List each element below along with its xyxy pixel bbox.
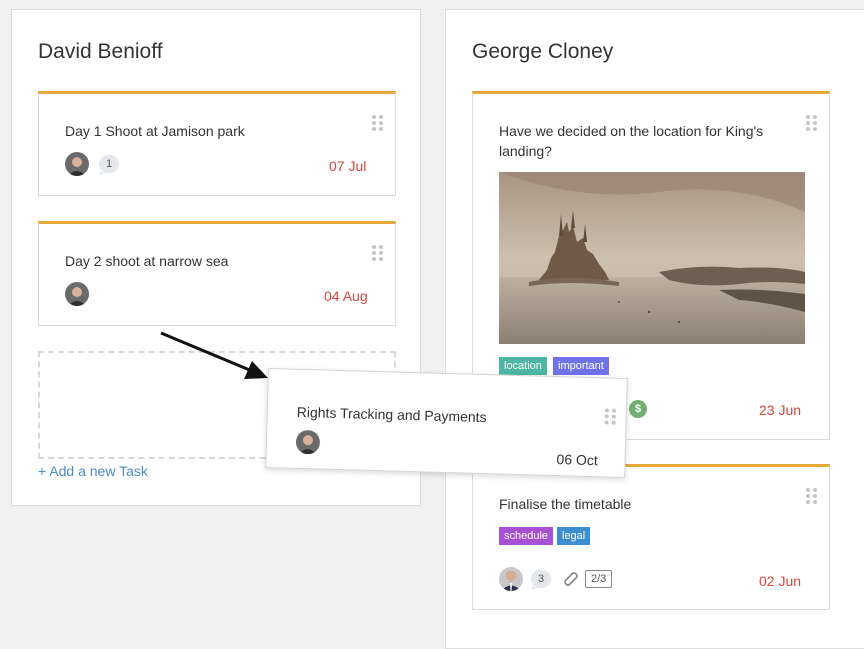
drag-handle-icon[interactable]	[806, 488, 817, 505]
tag-label[interactable]: location	[499, 357, 547, 375]
drag-handle-icon[interactable]	[372, 245, 383, 262]
due-date: 23 Jun	[759, 402, 802, 418]
avatar	[295, 429, 321, 455]
drag-handle-icon[interactable]	[372, 115, 383, 132]
add-task-link[interactable]: + Add a new Task	[38, 463, 148, 479]
drag-handle-icon[interactable]	[806, 115, 817, 132]
avatar	[499, 567, 523, 591]
avatar	[65, 152, 89, 176]
tag-label[interactable]: legal	[557, 527, 591, 545]
task-card[interactable]: Finalise the timetable schedule legal 3 …	[472, 464, 830, 610]
checklist-badge: 2/3	[585, 570, 613, 588]
due-date: 07 Jul	[329, 158, 367, 174]
dragging-task-card[interactable]: Rights Tracking and Payments 06 Oct	[265, 368, 628, 479]
card-title: Rights Tracking and Payments	[296, 403, 487, 426]
due-date: 04 Aug	[324, 288, 368, 304]
comment-icon[interactable]: 1	[99, 155, 119, 173]
task-card[interactable]: Day 2 shoot at narrow sea 04 Aug	[38, 221, 396, 326]
column-george-cloney: George Cloney Have we decided on the loc…	[445, 9, 864, 649]
attachment-icon[interactable]	[561, 569, 579, 587]
drag-handle-icon[interactable]	[604, 408, 616, 425]
tag-label[interactable]: schedule	[499, 527, 554, 545]
location-image	[499, 172, 805, 344]
card-title: Day 2 shoot at narrow sea	[65, 253, 229, 269]
card-title: Day 1 Shoot at Jamison park	[65, 123, 245, 139]
due-date: 06 Oct	[556, 451, 599, 469]
comment-icon[interactable]: 3	[531, 570, 551, 588]
due-date: 02 Jun	[759, 573, 802, 589]
avatar	[65, 282, 89, 306]
column-title: George Cloney	[472, 40, 614, 63]
column-title: David Benioff	[38, 40, 163, 63]
card-title: Have we decided on the location for King…	[499, 123, 764, 159]
card-title: Finalise the timetable	[499, 496, 632, 512]
tag-label[interactable]: important	[553, 357, 609, 375]
task-card[interactable]: Day 1 Shoot at Jamison park 1 07 Jul	[38, 91, 396, 196]
dollar-icon: $	[629, 400, 647, 418]
